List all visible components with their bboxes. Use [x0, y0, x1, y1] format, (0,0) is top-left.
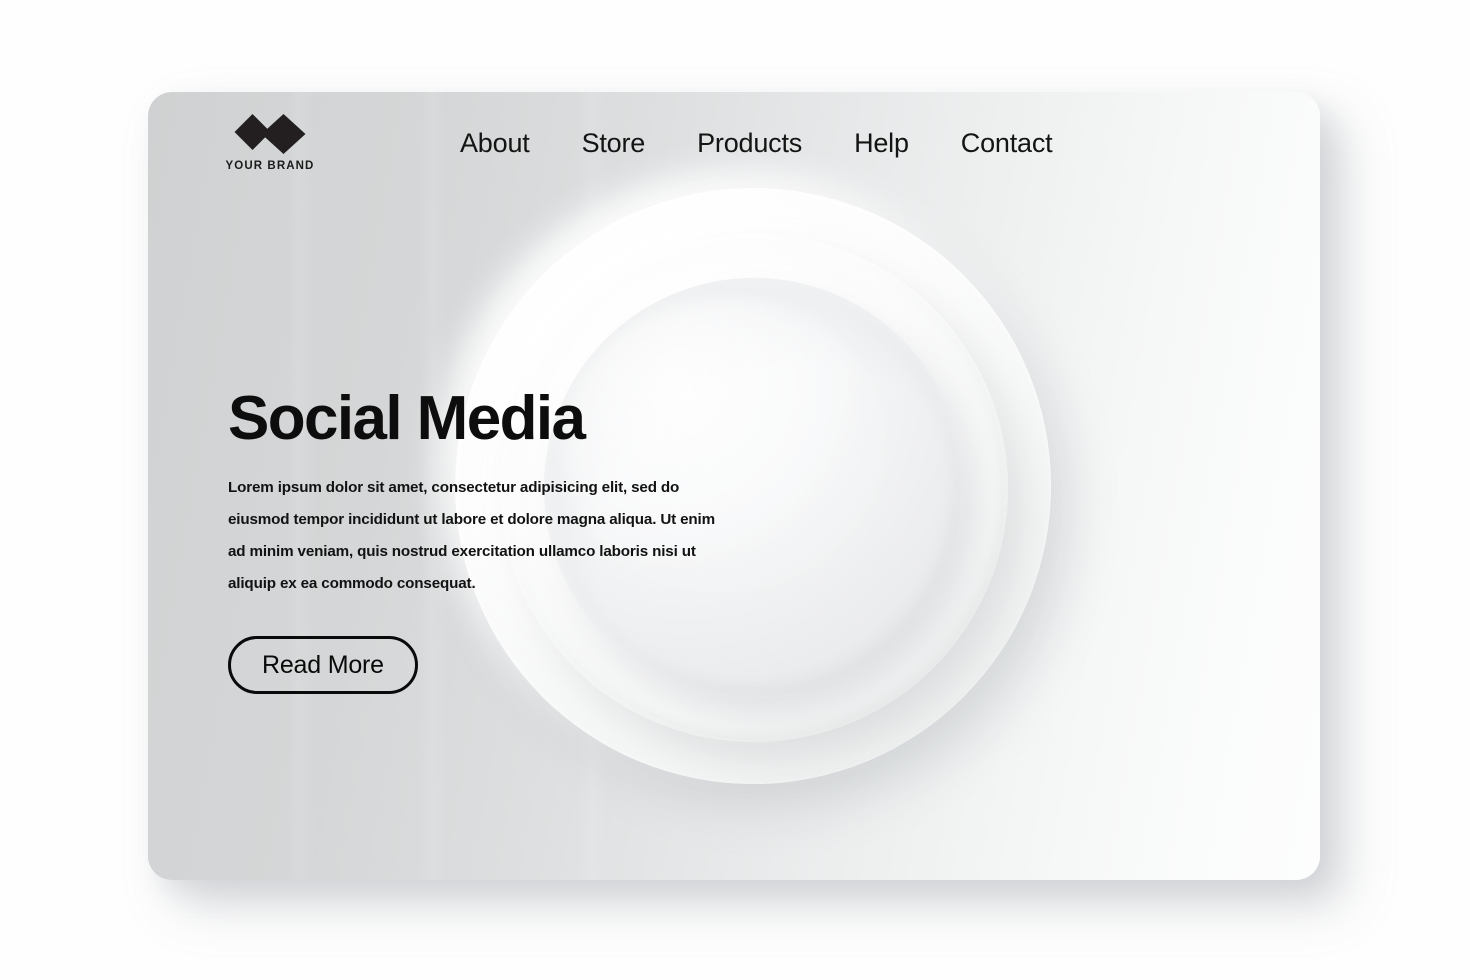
nav-item-help[interactable]: Help	[828, 124, 935, 163]
hero-section: Social Media Lorem ipsum dolor sit amet,…	[228, 388, 748, 694]
nav-item-products[interactable]: Products	[671, 124, 828, 163]
page-title: Social Media	[228, 384, 586, 453]
page-canvas: YOUR BRAND About Store Products Help Con…	[0, 0, 1470, 980]
hero-description: Lorem ipsum dolor sit amet, consectetur …	[228, 479, 715, 592]
brand-name-label: YOUR BRAND	[225, 160, 315, 172]
nav-item-about[interactable]: About	[434, 124, 556, 163]
nav-item-contact[interactable]: Contact	[935, 124, 1079, 163]
brand-logo[interactable]: YOUR BRAND	[200, 112, 340, 172]
double-diamond-logo-icon	[234, 114, 306, 154]
main-navigation: About Store Products Help Contact	[434, 124, 1078, 163]
nav-item-store[interactable]: Store	[556, 124, 672, 163]
landing-page-card: YOUR BRAND About Store Products Help Con…	[148, 92, 1320, 880]
read-more-button[interactable]: Read More	[228, 635, 418, 694]
site-header: YOUR BRAND About Store Products Help Con…	[148, 92, 1320, 202]
